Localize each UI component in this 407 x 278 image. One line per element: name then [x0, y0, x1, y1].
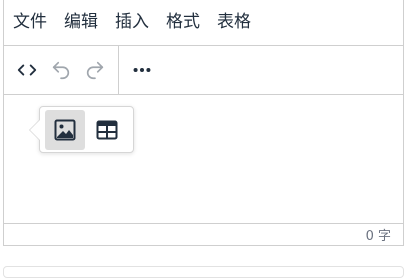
menu-insert[interactable]: 插入	[115, 14, 149, 31]
insert-table-button[interactable]	[87, 110, 127, 150]
quick-insert-popup	[29, 106, 134, 153]
more-button[interactable]	[125, 53, 159, 87]
toolbar-group-edit	[4, 46, 119, 94]
menu-file[interactable]: 文件	[13, 14, 47, 31]
secondary-panel-edge	[3, 266, 404, 278]
undo-icon	[52, 61, 70, 80]
menubar: 文件 编辑 插入 格式 表格	[4, 0, 403, 46]
undo-button[interactable]	[44, 53, 78, 87]
redo-button[interactable]	[78, 53, 112, 87]
toolbar	[4, 46, 403, 95]
table-icon	[96, 120, 118, 139]
menu-table[interactable]: 表格	[217, 14, 251, 31]
source-code-button[interactable]	[10, 53, 44, 87]
image-icon	[54, 119, 76, 140]
toolbar-group-more	[119, 46, 159, 94]
menu-edit[interactable]: 编辑	[64, 14, 98, 31]
more-icon	[133, 67, 151, 73]
menu-format[interactable]: 格式	[166, 14, 200, 31]
insert-image-button[interactable]	[45, 109, 85, 150]
redo-icon	[86, 61, 104, 80]
statusbar: 0 字	[4, 223, 403, 245]
word-count: 0 字	[365, 229, 391, 244]
source-code-icon	[17, 64, 37, 76]
